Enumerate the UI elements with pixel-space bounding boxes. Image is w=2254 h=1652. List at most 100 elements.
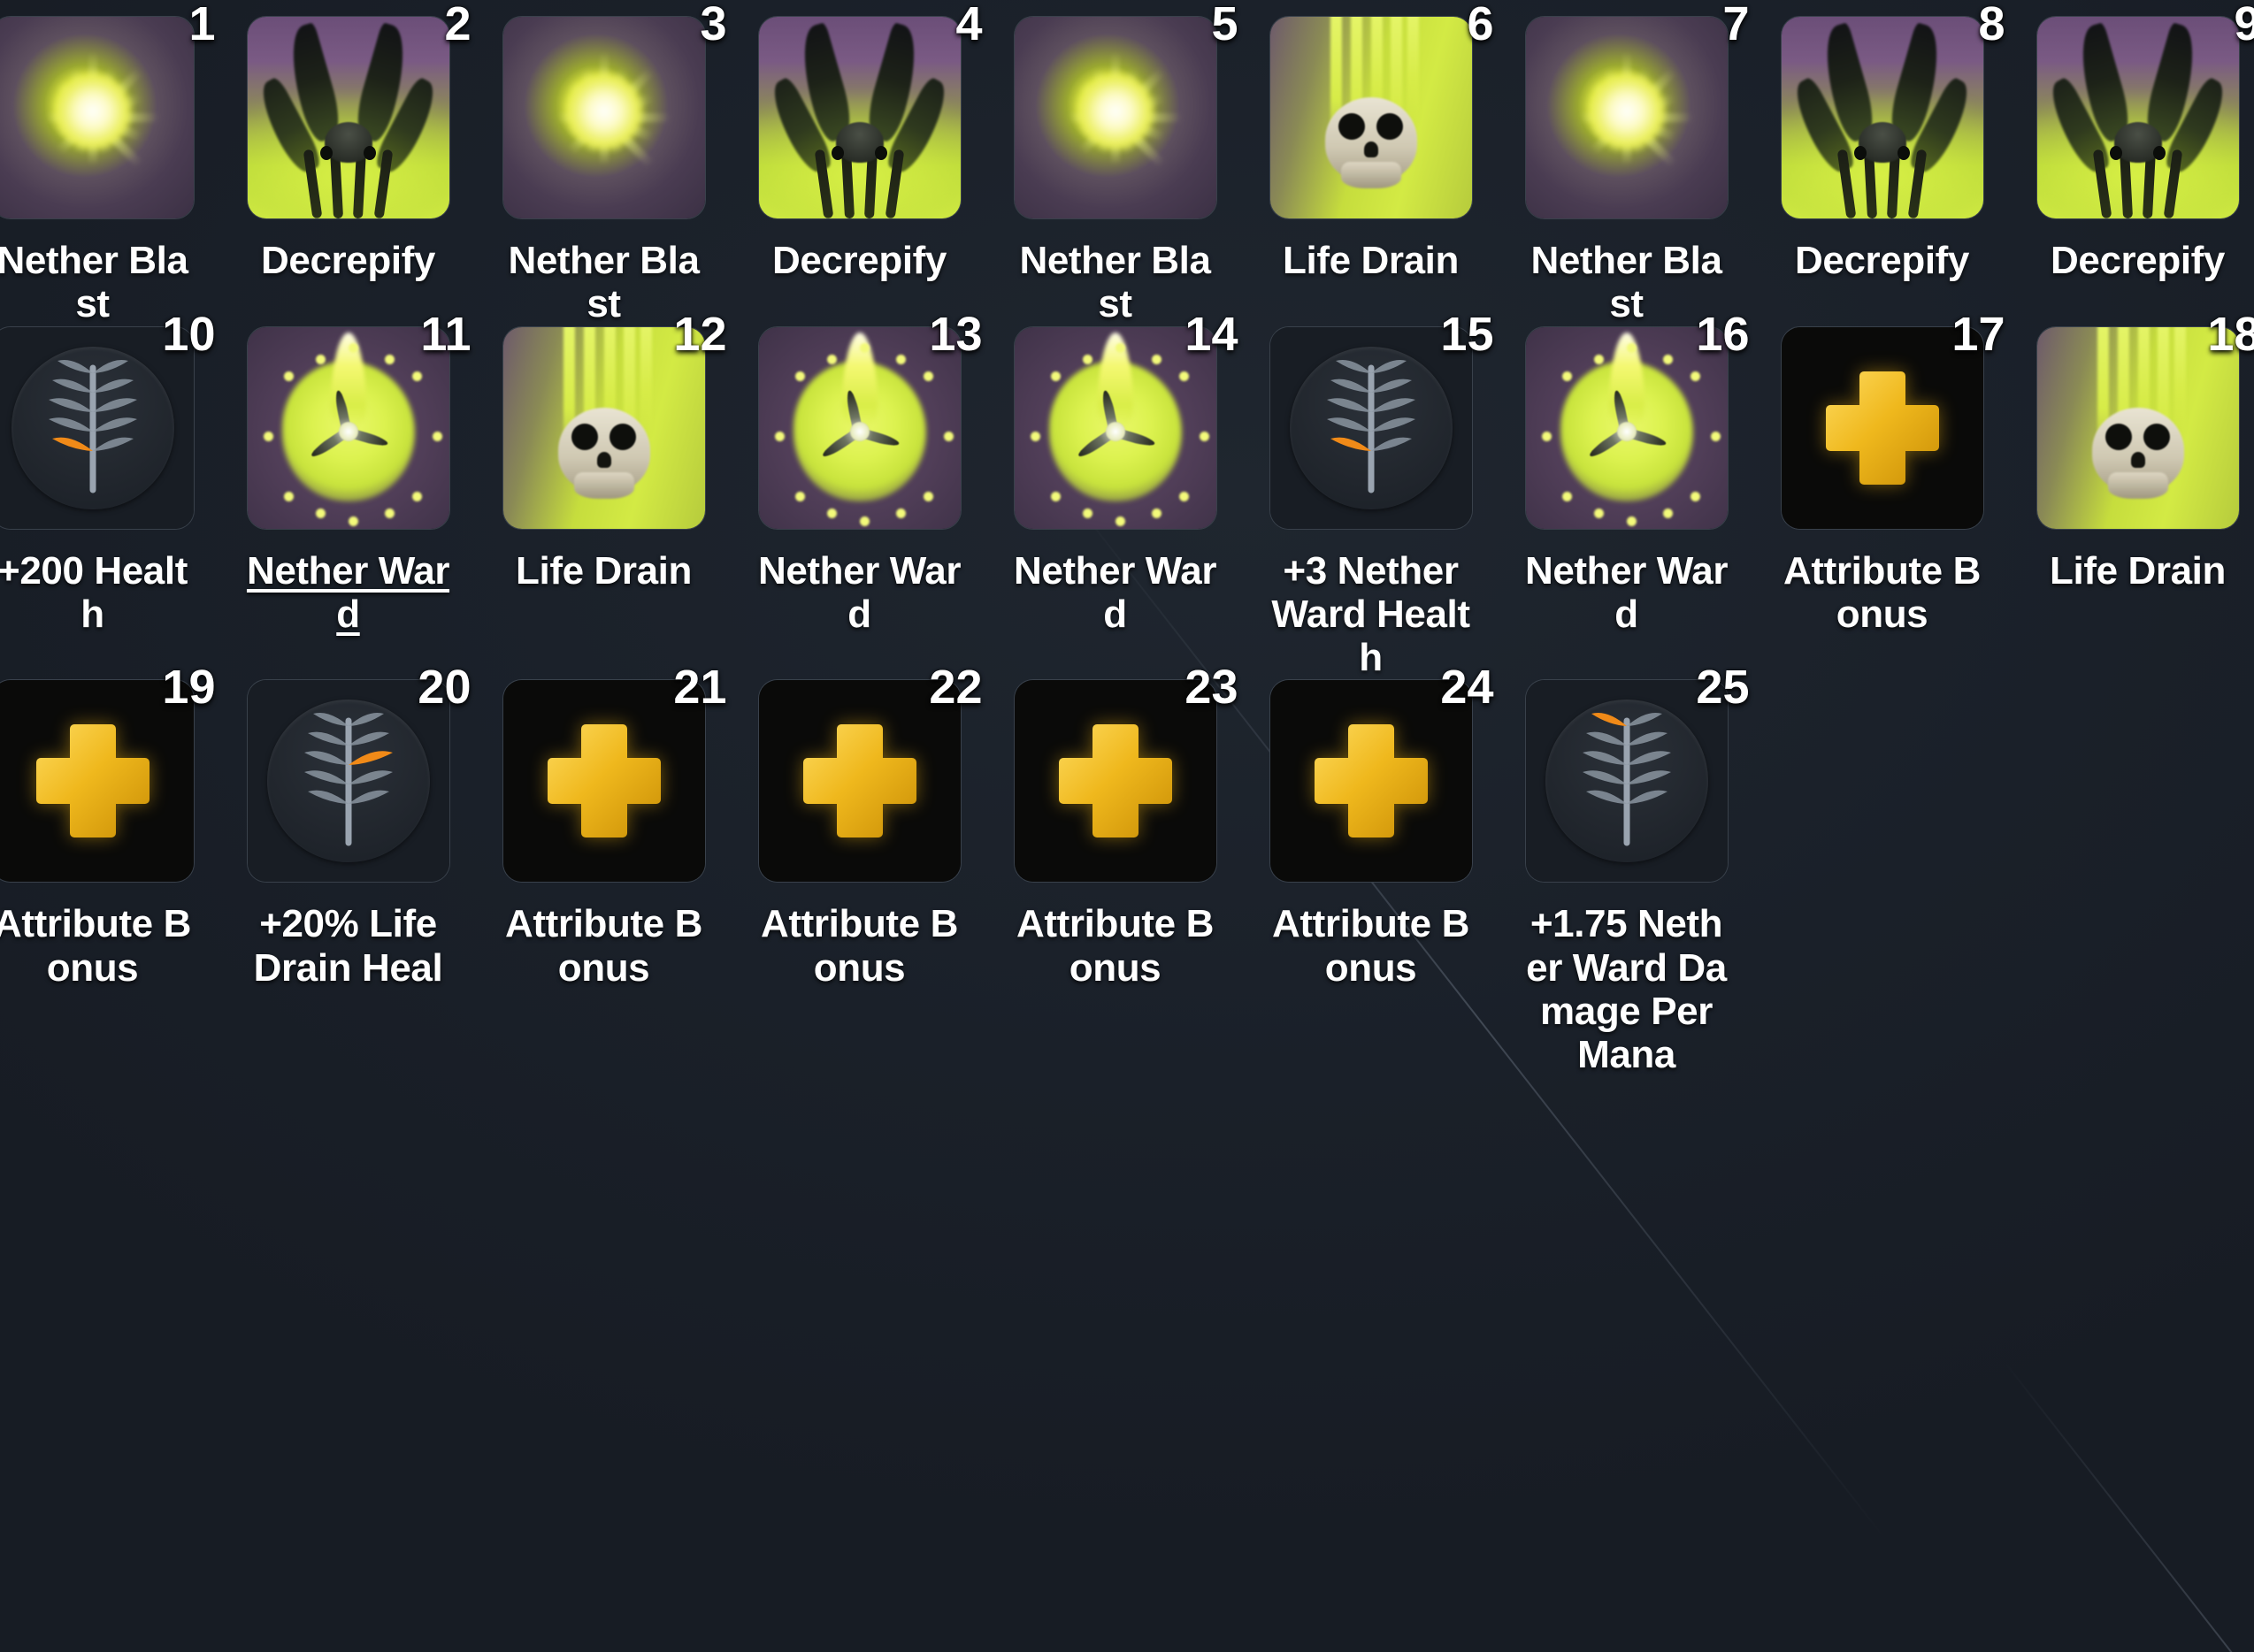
ability-slot[interactable]: 1 Nether Blast bbox=[0, 0, 220, 326]
ability-icon-tile[interactable]: 12 bbox=[502, 310, 727, 530]
ability-icon-tile[interactable]: 5 bbox=[1013, 0, 1238, 219]
nether-ward-icon[interactable] bbox=[246, 325, 450, 530]
ability-label[interactable]: Attribute Bonus bbox=[1011, 902, 1220, 990]
decrepify-icon[interactable] bbox=[757, 16, 962, 219]
nether-blast-art bbox=[502, 17, 705, 218]
ability-slot[interactable]: 14 Nether Ward bbox=[987, 310, 1243, 680]
ability-icon-tile[interactable]: 15 bbox=[1269, 310, 1494, 530]
ability-label[interactable]: Attribute Bonus bbox=[1267, 902, 1476, 990]
ability-icon-tile[interactable]: 13 bbox=[757, 310, 983, 530]
ability-icon-tile[interactable]: 24 bbox=[1269, 663, 1494, 883]
ability-icon-tile[interactable]: 1 bbox=[0, 0, 216, 219]
ability-icon-tile[interactable]: 16 bbox=[1524, 310, 1750, 530]
ability-slot[interactable]: 20 +20% Life Drain Heal bbox=[220, 663, 476, 1076]
ability-order-number: 16 bbox=[1696, 307, 1750, 361]
ability-label[interactable]: Nether Ward bbox=[244, 549, 453, 637]
ability-icon-tile[interactable]: 2 bbox=[246, 0, 472, 219]
ability-icon-tile[interactable]: 20 bbox=[246, 663, 472, 883]
ability-icon-tile[interactable]: 8 bbox=[1780, 0, 2005, 219]
ability-icon-tile[interactable]: 18 bbox=[2036, 310, 2254, 530]
ability-icon-tile[interactable]: 10 bbox=[0, 310, 216, 530]
ability-label[interactable]: Nether Ward bbox=[1522, 549, 1731, 637]
decrepify-icon[interactable] bbox=[1780, 16, 1984, 219]
nether-blast-art bbox=[1014, 17, 1216, 218]
ability-icon-tile[interactable]: 3 bbox=[502, 0, 727, 219]
ability-slot[interactable]: 7 Nether Blast bbox=[1499, 0, 1754, 326]
ability-order-number: 18 bbox=[2207, 307, 2254, 361]
ability-icon-tile[interactable]: 7 bbox=[1524, 0, 1750, 219]
decrepify-art bbox=[758, 17, 961, 218]
ability-icon-tile[interactable]: 9 bbox=[2036, 0, 2254, 219]
ability-label[interactable]: Decrepify bbox=[755, 239, 964, 282]
ability-label[interactable]: Life Drain bbox=[500, 549, 709, 593]
ability-label[interactable]: Decrepify bbox=[244, 239, 453, 282]
ability-label[interactable]: Decrepify bbox=[1778, 239, 1987, 282]
ability-order-number: 14 bbox=[1184, 307, 1238, 361]
ability-slot[interactable]: 24 Attribute Bonus bbox=[1243, 663, 1499, 1076]
ability-icon-tile[interactable]: 21 bbox=[502, 663, 727, 883]
ability-label[interactable]: Life Drain bbox=[1267, 239, 1476, 282]
ability-icon-tile[interactable]: 25 bbox=[1524, 663, 1750, 883]
ability-slot[interactable]: 15 +3 Nether Ward Health bbox=[1243, 310, 1499, 680]
nether-blast-icon[interactable] bbox=[0, 16, 195, 219]
ability-icon-tile[interactable]: 22 bbox=[757, 663, 983, 883]
ability-slot[interactable]: 3 Nether Blast bbox=[476, 0, 732, 326]
ability-label[interactable]: +200 Health bbox=[0, 549, 197, 637]
ability-order-number: 2 bbox=[444, 0, 472, 50]
ability-slot[interactable]: 8 Decrepify bbox=[1754, 0, 2010, 326]
ability-slot[interactable]: 19 Attribute Bonus bbox=[0, 663, 220, 1076]
nether-blast-art bbox=[0, 17, 194, 218]
nether-blast-icon[interactable] bbox=[502, 16, 706, 219]
decrepify-icon[interactable] bbox=[246, 16, 450, 219]
ability-label[interactable]: +20% Life Drain Heal bbox=[244, 902, 453, 990]
ability-icon-tile[interactable]: 4 bbox=[757, 0, 983, 219]
ability-icon-tile[interactable]: 23 bbox=[1013, 663, 1238, 883]
ability-slot[interactable]: 22 Attribute Bonus bbox=[732, 663, 987, 1076]
ability-slot[interactable]: 10 +200 Health bbox=[0, 310, 220, 680]
ability-label[interactable]: Attribute Bonus bbox=[500, 902, 709, 990]
ability-order-grid: 1 Nether Blast 2 Decrepify 3 Nether Blast 4 Dec… bbox=[0, 0, 2254, 1076]
ability-icon-tile[interactable]: 19 bbox=[0, 663, 216, 883]
ability-slot[interactable]: 13 Nether Ward bbox=[732, 310, 987, 680]
life-drain-icon[interactable] bbox=[1269, 16, 1473, 219]
ability-label[interactable]: Attribute Bonus bbox=[1778, 549, 1987, 637]
ability-slot[interactable]: 16 Nether Ward bbox=[1499, 310, 1754, 680]
ability-slot[interactable]: 5 Nether Blast bbox=[987, 0, 1243, 326]
ability-order-number: 25 bbox=[1696, 661, 1750, 715]
ability-slot[interactable]: 18 Life Drain bbox=[2010, 310, 2254, 680]
ability-order-number: 23 bbox=[1184, 661, 1238, 715]
ability-icon-tile[interactable]: 11 bbox=[246, 310, 472, 530]
decrepify-icon[interactable] bbox=[2036, 16, 2240, 219]
ability-order-panel: 1 Nether Blast 2 Decrepify 3 Nether Blast 4 Dec… bbox=[0, 0, 2254, 1652]
ability-slot[interactable]: 6 Life Drain bbox=[1243, 0, 1499, 326]
ability-order-number: 9 bbox=[2234, 0, 2254, 50]
ability-icon-tile[interactable]: 6 bbox=[1269, 0, 1494, 219]
ability-slot[interactable]: 2 Decrepify bbox=[220, 0, 476, 326]
ability-slot[interactable]: 11 Nether Ward bbox=[220, 310, 476, 680]
nether-blast-art bbox=[1525, 17, 1728, 218]
ability-label[interactable]: Attribute Bonus bbox=[755, 902, 964, 990]
ability-label[interactable]: Nether Ward bbox=[1011, 549, 1220, 637]
decrepify-art bbox=[1781, 17, 1983, 218]
ability-slot[interactable]: 12 Life Drain bbox=[476, 310, 732, 680]
nether-blast-icon[interactable] bbox=[1524, 16, 1729, 219]
ability-icon-tile[interactable]: 14 bbox=[1013, 310, 1238, 530]
ability-label[interactable]: +1.75 Nether Ward Damage Per Mana bbox=[1522, 902, 1731, 1076]
ability-label[interactable]: Attribute Bonus bbox=[0, 902, 197, 990]
ability-order-number: 24 bbox=[1440, 661, 1494, 715]
ability-icon-tile[interactable]: 17 bbox=[1780, 310, 2005, 530]
ability-order-number: 5 bbox=[1211, 0, 1238, 50]
ability-order-number: 10 bbox=[162, 307, 216, 361]
ability-slot[interactable]: 25 +1.75 Nether Ward Damage Per Mana bbox=[1499, 663, 1754, 1076]
ability-slot[interactable]: 4 Decrepify bbox=[732, 0, 987, 326]
ability-slot[interactable]: 21 Attribute Bonus bbox=[476, 663, 732, 1076]
ability-label[interactable]: Decrepify bbox=[2034, 239, 2242, 282]
nether-blast-icon[interactable] bbox=[1013, 16, 1217, 219]
ability-order-number: 19 bbox=[162, 661, 216, 715]
ability-label[interactable]: Nether Ward bbox=[755, 549, 964, 637]
ability-label[interactable]: +3 Nether Ward Health bbox=[1267, 549, 1476, 680]
ability-slot[interactable]: 23 Attribute Bonus bbox=[987, 663, 1243, 1076]
ability-label[interactable]: Life Drain bbox=[2034, 549, 2242, 593]
ability-slot[interactable]: 17 Attribute Bonus bbox=[1754, 310, 2010, 680]
ability-slot[interactable]: 9 Decrepify bbox=[2010, 0, 2254, 326]
